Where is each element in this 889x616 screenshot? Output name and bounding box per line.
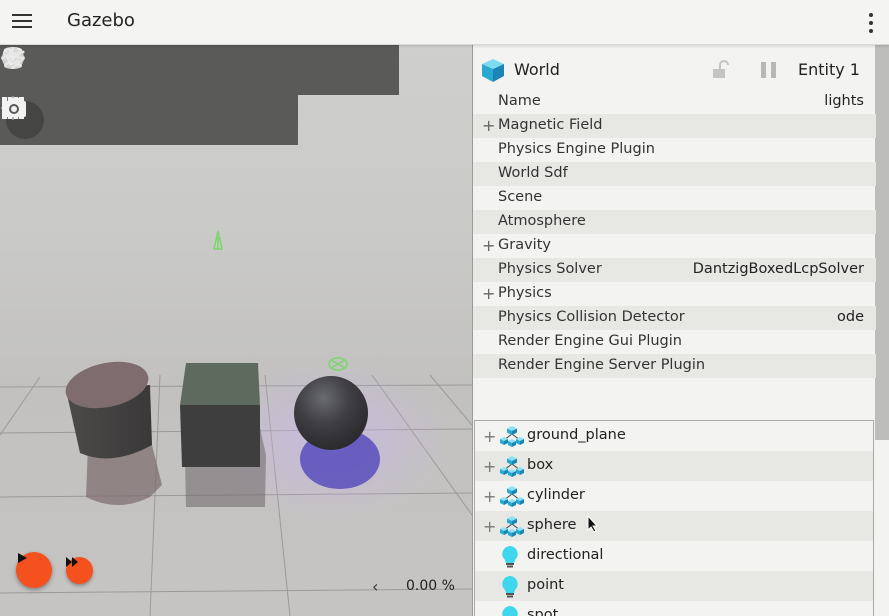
model-icon xyxy=(499,455,525,481)
expand-icon[interactable]: + xyxy=(482,236,495,255)
component-value: DantzigBoxedLcpSolver xyxy=(692,261,864,277)
box-model[interactable] xyxy=(180,363,260,467)
shapes-toolbar xyxy=(0,45,399,95)
entity-tree-item[interactable]: + sphere xyxy=(475,511,873,541)
stats-expand-arrow-icon[interactable]: ‹ xyxy=(372,577,378,596)
expand-icon[interactable]: + xyxy=(483,487,496,506)
capsule-shape-icon[interactable] xyxy=(7,45,200,95)
component-list: Name lights + Magnetic Field Physics Engine … xyxy=(473,90,876,378)
sphere-shape-icon[interactable] xyxy=(2,45,100,95)
component-name: Physics Solver xyxy=(498,261,602,277)
component-name: Physics Collision Detector xyxy=(498,309,685,325)
entity-tree-item[interactable]: + box xyxy=(475,451,873,481)
component-row[interactable]: + Physics xyxy=(473,282,876,306)
component-row: Physics Engine Plugin xyxy=(473,138,876,162)
lock-icon[interactable] xyxy=(711,60,729,84)
component-name: Physics Engine Plugin xyxy=(498,141,655,157)
transform-toolbar xyxy=(0,95,298,145)
inspector-scrollbar[interactable] xyxy=(875,45,889,440)
component-inspector-header: World Entity 1 xyxy=(473,45,876,95)
component-name: Scene xyxy=(498,189,543,205)
component-row: Physics Collision Detector ode xyxy=(473,306,876,330)
entity-tree-item[interactable]: + cylinder xyxy=(475,481,873,511)
expand-icon[interactable]: + xyxy=(483,457,496,476)
mouse-cursor-icon xyxy=(587,514,599,537)
play-icon xyxy=(18,553,27,563)
rotate-mode-icon[interactable] xyxy=(3,95,149,145)
entity-tree-item[interactable]: + ground_plane xyxy=(475,421,873,451)
spot-light-icon[interactable] xyxy=(3,45,399,95)
fast-forward-icon xyxy=(66,557,78,567)
expand-icon[interactable]: + xyxy=(483,427,496,446)
point-light-icon[interactable] xyxy=(2,45,299,95)
more-options-icon[interactable] xyxy=(867,12,875,34)
transform-control-icon[interactable] xyxy=(6,95,199,145)
right-panel: World Entity 1 Name lights + Magnetic Field… xyxy=(472,45,889,616)
entity-label: spot xyxy=(527,607,559,616)
world-cube-icon xyxy=(480,57,506,87)
component-name: Physics xyxy=(498,285,552,301)
grid-config-icon[interactable] xyxy=(2,95,249,145)
expand-icon[interactable]: + xyxy=(482,116,495,135)
entity-label: directional xyxy=(527,547,604,563)
component-name: Atmosphere xyxy=(498,213,586,229)
expand-icon[interactable]: + xyxy=(483,517,496,536)
light-bulb-icon xyxy=(501,545,519,573)
light-bulb-icon xyxy=(501,575,519,603)
model-icon xyxy=(499,425,525,451)
menu-icon[interactable] xyxy=(12,13,34,31)
entity-label: point xyxy=(527,577,564,593)
cylinder-shape-icon[interactable] xyxy=(4,45,150,95)
step-button[interactable] xyxy=(66,557,93,584)
model-icon xyxy=(499,515,525,541)
component-value: lights xyxy=(824,93,864,109)
component-row: Atmosphere xyxy=(473,210,876,234)
sphere-model[interactable] xyxy=(294,376,368,450)
ellipsoid-shape-icon[interactable] xyxy=(1,45,250,95)
component-name: Magnetic Field xyxy=(498,117,603,133)
component-row: World Sdf xyxy=(473,162,876,186)
component-row: Physics Solver DantzigBoxedLcpSolver xyxy=(473,258,876,282)
component-row: Render Engine Server Plugin xyxy=(473,354,876,378)
component-row[interactable]: + Gravity xyxy=(473,234,876,258)
model-icon xyxy=(499,485,525,511)
entity-tree: + ground_plane + box + cylinder + sphere directi… xyxy=(474,420,874,616)
directional-light-icon[interactable] xyxy=(2,45,349,95)
scene-3d-view[interactable]: ‹ 0.00 % xyxy=(0,45,472,616)
component-name: Gravity xyxy=(498,237,551,253)
translate-mode-icon[interactable] xyxy=(1,95,100,145)
play-button[interactable] xyxy=(16,552,52,588)
entity-tree-item[interactable]: directional xyxy=(475,541,873,571)
light-bulb-icon xyxy=(501,605,519,616)
screenshot-camera-icon[interactable] xyxy=(2,95,298,145)
component-row: Render Engine Gui Plugin xyxy=(473,330,876,354)
component-row: Scene xyxy=(473,186,876,210)
directional-light-gizmo xyxy=(213,230,223,250)
entity-label: box xyxy=(527,457,554,473)
component-row[interactable]: + Magnetic Field xyxy=(473,114,876,138)
title-bar: Gazebo xyxy=(0,0,889,45)
inspector-entity-name: World xyxy=(514,60,560,79)
component-name: Name xyxy=(498,93,541,109)
pause-updates-icon[interactable] xyxy=(760,62,778,82)
component-row: Name lights xyxy=(473,90,876,114)
entity-tree-item[interactable]: spot xyxy=(475,601,873,616)
component-name: World Sdf xyxy=(498,165,568,181)
entity-tree-item[interactable]: point xyxy=(475,571,873,601)
component-name: Render Engine Server Plugin xyxy=(498,357,706,373)
entity-label: sphere xyxy=(527,517,577,533)
real-time-factor: 0.00 % xyxy=(406,578,455,594)
app-title: Gazebo xyxy=(67,10,135,31)
component-value: ode xyxy=(837,309,864,325)
entity-label: ground_plane xyxy=(527,427,626,443)
entity-id-label: Entity 1 xyxy=(798,60,860,79)
entity-label: cylinder xyxy=(527,487,585,503)
component-name: Render Engine Gui Plugin xyxy=(498,333,682,349)
expand-icon[interactable]: + xyxy=(482,284,495,303)
